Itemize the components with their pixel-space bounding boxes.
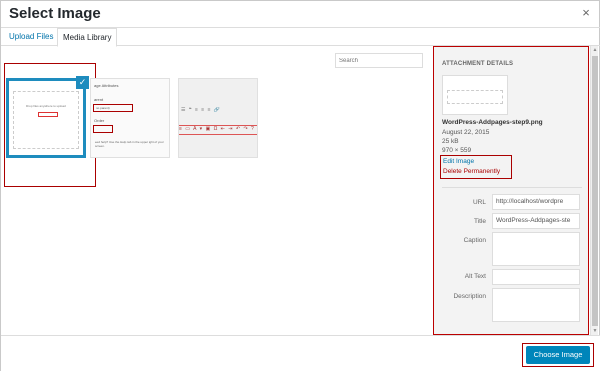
attachment-details-panel: ATTACHMENT DETAILS WordPress-Addpages-st…	[433, 46, 589, 335]
title-field[interactable]: WordPress-Addpages-ste	[492, 213, 580, 229]
attachment-size: 25 kB	[442, 138, 459, 145]
caption-field[interactable]	[492, 232, 580, 266]
media-item-selected[interactable]: Drop files anywhere to upload	[6, 78, 86, 158]
modal-title: Select Image	[9, 5, 101, 22]
media-item[interactable]: age Attributes arent no parent) Order ee…	[90, 78, 170, 158]
title-label: Title	[473, 218, 486, 225]
tab-upload-files[interactable]: Upload Files	[4, 28, 58, 46]
url-field[interactable]: http://localhost/wordpre	[492, 194, 580, 210]
attachment-filename: WordPress-Addpages-step9.png	[442, 119, 543, 126]
attachment-date: August 22, 2015	[442, 129, 490, 136]
parent-label: arent	[94, 97, 104, 102]
page-attributes-heading: age Attributes	[94, 83, 119, 88]
check-icon[interactable]: ✓	[76, 76, 89, 89]
alt-text-field[interactable]	[492, 269, 580, 285]
edit-image-link[interactable]: Edit Image	[443, 158, 474, 165]
dropzone-text: Drop files anywhere to upload	[26, 104, 66, 108]
scrollbar-thumb[interactable]	[592, 56, 598, 326]
toolbar-preview-row-highlighted: ≡ ▭ A ▾ ▣ Ω ⇤ ⇥ ↶ ↷ ?	[179, 125, 257, 135]
search-input[interactable]	[335, 53, 423, 68]
parent-select-preview: no parent)	[93, 104, 133, 112]
dropzone-button-preview	[38, 112, 58, 117]
scroll-down-icon[interactable]: ▼	[591, 327, 599, 335]
tab-bar: Upload Files Media Library	[1, 28, 600, 47]
close-icon[interactable]: ×	[579, 6, 593, 20]
attachment-actions: Edit Image Delete Permanently	[440, 155, 512, 179]
divider	[442, 187, 582, 188]
upload-dropzone-preview: Drop files anywhere to upload	[13, 91, 79, 149]
modal-header: Select Image ×	[1, 1, 600, 28]
tab-media-library[interactable]: Media Library	[57, 28, 118, 47]
url-label: URL	[472, 199, 486, 206]
media-item[interactable]: ☰ ❝ ≡ ≡ ≡ 🔗 ≡ ▭ A ▾ ▣ Ω ⇤ ⇥ ↶ ↷ ?	[178, 78, 258, 158]
toolbar-preview-row: ☰ ❝ ≡ ≡ ≡ 🔗	[181, 107, 222, 113]
modal-footer	[1, 335, 600, 371]
attachment-dimensions: 970 × 559	[442, 147, 472, 154]
order-field-preview	[93, 125, 113, 133]
choose-image-button[interactable]: Choose Image	[526, 346, 590, 364]
attachment-thumbnail	[442, 75, 508, 115]
help-text: eed help? Use the Help tab in the upper …	[95, 140, 164, 148]
thumbnail-preview-box	[447, 90, 503, 104]
description-field[interactable]	[492, 288, 580, 322]
scrollbar[interactable]: ▲ ▼	[590, 46, 598, 335]
media-modal: Select Image × Upload Files Media Librar…	[0, 0, 600, 371]
caption-label: Caption	[463, 237, 486, 244]
delete-permanently-link[interactable]: Delete Permanently	[443, 168, 500, 175]
alt-text-label: Alt Text	[464, 273, 486, 280]
order-label: Order	[94, 118, 105, 123]
attachment-details-title: ATTACHMENT DETAILS	[442, 61, 514, 67]
description-label: Description	[453, 293, 486, 300]
scroll-up-icon[interactable]: ▲	[591, 46, 599, 54]
